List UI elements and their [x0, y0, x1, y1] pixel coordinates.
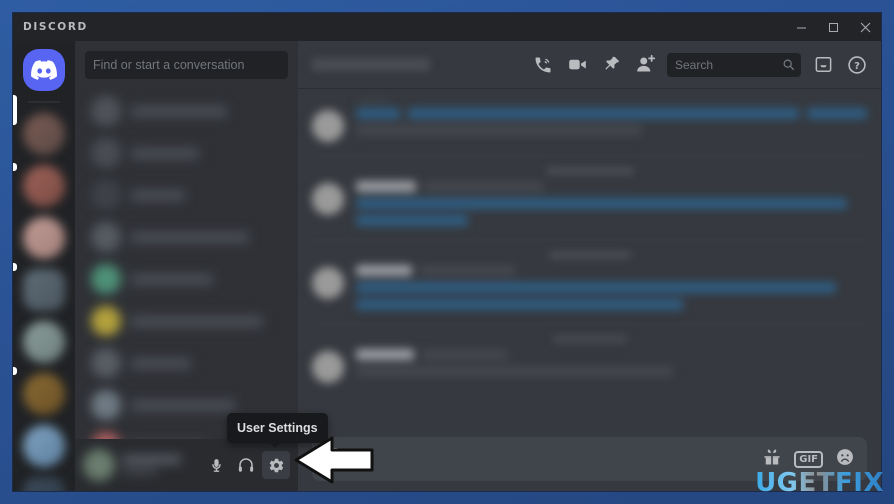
sidebar-item-home[interactable] — [23, 49, 65, 91]
rail-active-pill — [13, 95, 17, 125]
dm-search-container: Find or start a conversation — [75, 41, 298, 87]
page-title — [312, 58, 430, 71]
maximize-icon — [828, 22, 838, 32]
window-controls — [785, 13, 881, 41]
sidebar-item-server[interactable] — [23, 113, 65, 155]
title-bar: DISCORD — [13, 13, 881, 41]
deafen-button[interactable] — [232, 451, 260, 479]
close-button[interactable] — [849, 13, 881, 41]
list-item[interactable] — [83, 343, 290, 383]
pin-icon[interactable] — [595, 49, 627, 81]
search-input[interactable]: Search — [667, 52, 801, 77]
help-icon[interactable]: ? — [841, 49, 873, 81]
inbox-tray-icon — [815, 57, 831, 72]
plus-circle-icon — [330, 454, 340, 464]
message-group[interactable] — [312, 349, 867, 383]
dm-list[interactable] — [75, 87, 298, 439]
ugetfix-watermark: UGETFIX — [755, 468, 884, 498]
add-friend-icon[interactable] — [629, 49, 661, 81]
voice-call-icon[interactable] — [527, 49, 559, 81]
add-attachment-button[interactable] — [324, 448, 346, 470]
person-add-icon — [636, 54, 655, 72]
message-group[interactable] — [312, 265, 867, 310]
gift-icon — [764, 449, 780, 464]
rail-divider — [28, 101, 60, 103]
rail-unread-pill — [13, 367, 17, 375]
window-body: Find or start a conversation User Settin… — [13, 41, 881, 491]
close-icon — [860, 22, 870, 32]
sidebar-item-server[interactable] — [23, 425, 65, 467]
gear-icon — [269, 458, 283, 472]
maximize-button[interactable] — [817, 13, 849, 41]
user-panel-buttons — [202, 451, 290, 479]
find-conversation-input[interactable]: Find or start a conversation — [85, 51, 288, 79]
svg-text:?: ? — [854, 60, 860, 71]
video-call-icon[interactable] — [561, 49, 593, 81]
list-item[interactable] — [83, 91, 290, 131]
headphones-icon — [238, 458, 254, 472]
rail-unread-pill — [13, 263, 17, 271]
microphone-icon — [211, 458, 221, 472]
list-item[interactable] — [83, 301, 290, 341]
user-panel — [75, 439, 298, 491]
sidebar-item-server[interactable] — [23, 477, 65, 491]
inbox-icon[interactable] — [807, 49, 839, 81]
camera-icon — [568, 59, 586, 70]
list-item[interactable] — [83, 217, 290, 257]
gif-button[interactable]: GIF — [794, 450, 823, 468]
user-settings-tooltip: User Settings — [227, 413, 328, 448]
pushpin-icon — [604, 56, 619, 70]
message-group[interactable] — [312, 108, 867, 142]
phone-icon — [535, 57, 551, 72]
discord-window: DISCORD Find or start a conversation Use… — [12, 12, 882, 492]
question-mark-icon: ? — [848, 55, 866, 74]
server-rail — [13, 41, 75, 491]
message-list[interactable] — [298, 89, 881, 437]
sidebar-item-server[interactable] — [23, 269, 65, 311]
list-item[interactable] — [83, 133, 290, 173]
app-title: DISCORD — [23, 21, 88, 33]
find-conversation-placeholder: Find or start a conversation — [93, 58, 245, 72]
dm-sidebar: Find or start a conversation User Settin… — [75, 41, 328, 491]
sidebar-item-server[interactable] — [23, 217, 65, 259]
chat-area: Search ? GIF — [298, 41, 881, 491]
avatar[interactable] — [83, 449, 202, 481]
emoji-icon — [837, 448, 853, 465]
list-item[interactable] — [83, 175, 290, 215]
message-group[interactable] — [312, 181, 867, 226]
message-divider — [312, 240, 867, 241]
chat-header: Search ? — [298, 41, 881, 89]
search-placeholder: Search — [675, 57, 714, 72]
search-icon — [783, 59, 795, 71]
message-divider — [312, 156, 867, 157]
message-divider — [312, 324, 867, 325]
sidebar-item-server[interactable] — [23, 373, 65, 415]
mute-microphone-button[interactable] — [202, 451, 230, 479]
sidebar-item-server[interactable] — [23, 165, 65, 207]
list-item[interactable] — [83, 259, 290, 299]
user-settings-button[interactable] — [262, 451, 290, 479]
sidebar-item-server[interactable] — [23, 321, 65, 363]
minimize-button[interactable] — [785, 13, 817, 41]
minimize-icon — [796, 27, 806, 28]
discord-logo-icon — [31, 60, 57, 80]
rail-unread-pill — [13, 163, 17, 171]
